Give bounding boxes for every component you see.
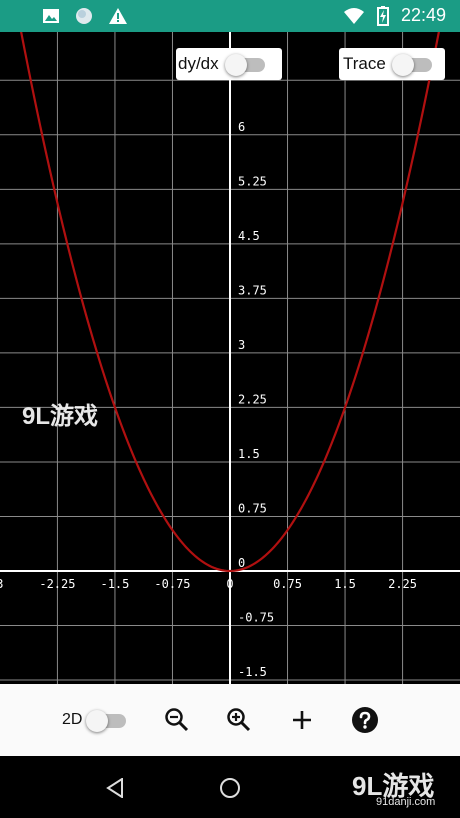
back-icon[interactable] — [106, 778, 124, 798]
help-icon — [352, 707, 378, 733]
warning-icon — [109, 8, 127, 24]
home-icon[interactable] — [219, 777, 241, 799]
x-tick-labels: 3 -2.25 -1.5 -0.75 0 0.75 1.5 2.25 — [0, 577, 417, 591]
clock: 22:49 — [400, 5, 446, 25]
wifi-icon — [343, 7, 364, 24]
mode-2d-toggle[interactable]: 2D — [62, 704, 127, 736]
mode-2d-switch[interactable] — [86, 710, 127, 732]
status-bar: 22:49 — [0, 0, 460, 32]
y-tick-label: -1.5 — [238, 665, 267, 679]
dydx-toggle[interactable]: dy/dx — [176, 48, 282, 80]
x-tick-label: -2.25 — [39, 577, 75, 591]
trace-toggle[interactable]: Trace — [339, 48, 445, 80]
trace-switch[interactable] — [391, 54, 432, 76]
x-tick-label: 3 — [0, 577, 4, 591]
y-tick-labels: 65.254.53.7532.251.50.750-0.75-1.5 — [238, 120, 274, 679]
x-tick-label: 2.25 — [388, 577, 417, 591]
x-tick-label: 1.5 — [334, 577, 356, 591]
y-tick-label: 1.5 — [238, 447, 260, 461]
x-tick-label: -1.5 — [100, 577, 129, 591]
y-tick-label: -0.75 — [238, 611, 274, 625]
y-tick-label: 6 — [238, 120, 245, 134]
y-tick-label: 5.25 — [238, 174, 267, 188]
watermark-site: 91danji.com — [376, 796, 436, 808]
battery-charging-icon — [376, 5, 389, 26]
x-tick-label: 0.75 — [273, 577, 302, 591]
add-function-button[interactable] — [290, 704, 314, 736]
y-tick-label: 3 — [238, 338, 245, 352]
graph-svg: 3 -2.25 -1.5 -0.75 0 0.75 1.5 2.25 6 5.25 4.5 3.75… — [0, 32, 460, 684]
trace-label: Trace — [343, 54, 386, 73]
y-tick-label: 2.25 — [238, 392, 267, 406]
bottom-toolbar: 2D — [0, 684, 460, 756]
x-tick-label: 0 — [226, 577, 233, 591]
y-tick-label: 3.75 — [238, 283, 267, 297]
y-tick-label: 0.75 — [238, 501, 267, 515]
zoom-in-button[interactable] — [225, 704, 253, 736]
dydx-label: dy/dx — [178, 54, 219, 73]
y-tick-label: 4.5 — [238, 229, 260, 243]
help-button[interactable] — [351, 704, 379, 736]
navigation-bar: 9L游戏 91danji.com — [0, 756, 460, 818]
circle-icon — [76, 8, 92, 24]
add-icon — [293, 711, 311, 729]
image-icon — [43, 9, 59, 23]
dydx-switch[interactable] — [224, 54, 265, 76]
x-tick-label: -0.75 — [154, 577, 190, 591]
watermark-logo: 9L游戏 — [22, 403, 99, 430]
zoom-out-icon — [165, 708, 189, 732]
zoom-in-icon — [227, 708, 251, 732]
zoom-out-button[interactable] — [163, 704, 191, 736]
graph-canvas[interactable]: 3 -2.25 -1.5 -0.75 0 0.75 1.5 2.25 6 5.25 4.5 3.75… — [0, 32, 460, 684]
mode-2d-label: 2D — [62, 711, 83, 728]
